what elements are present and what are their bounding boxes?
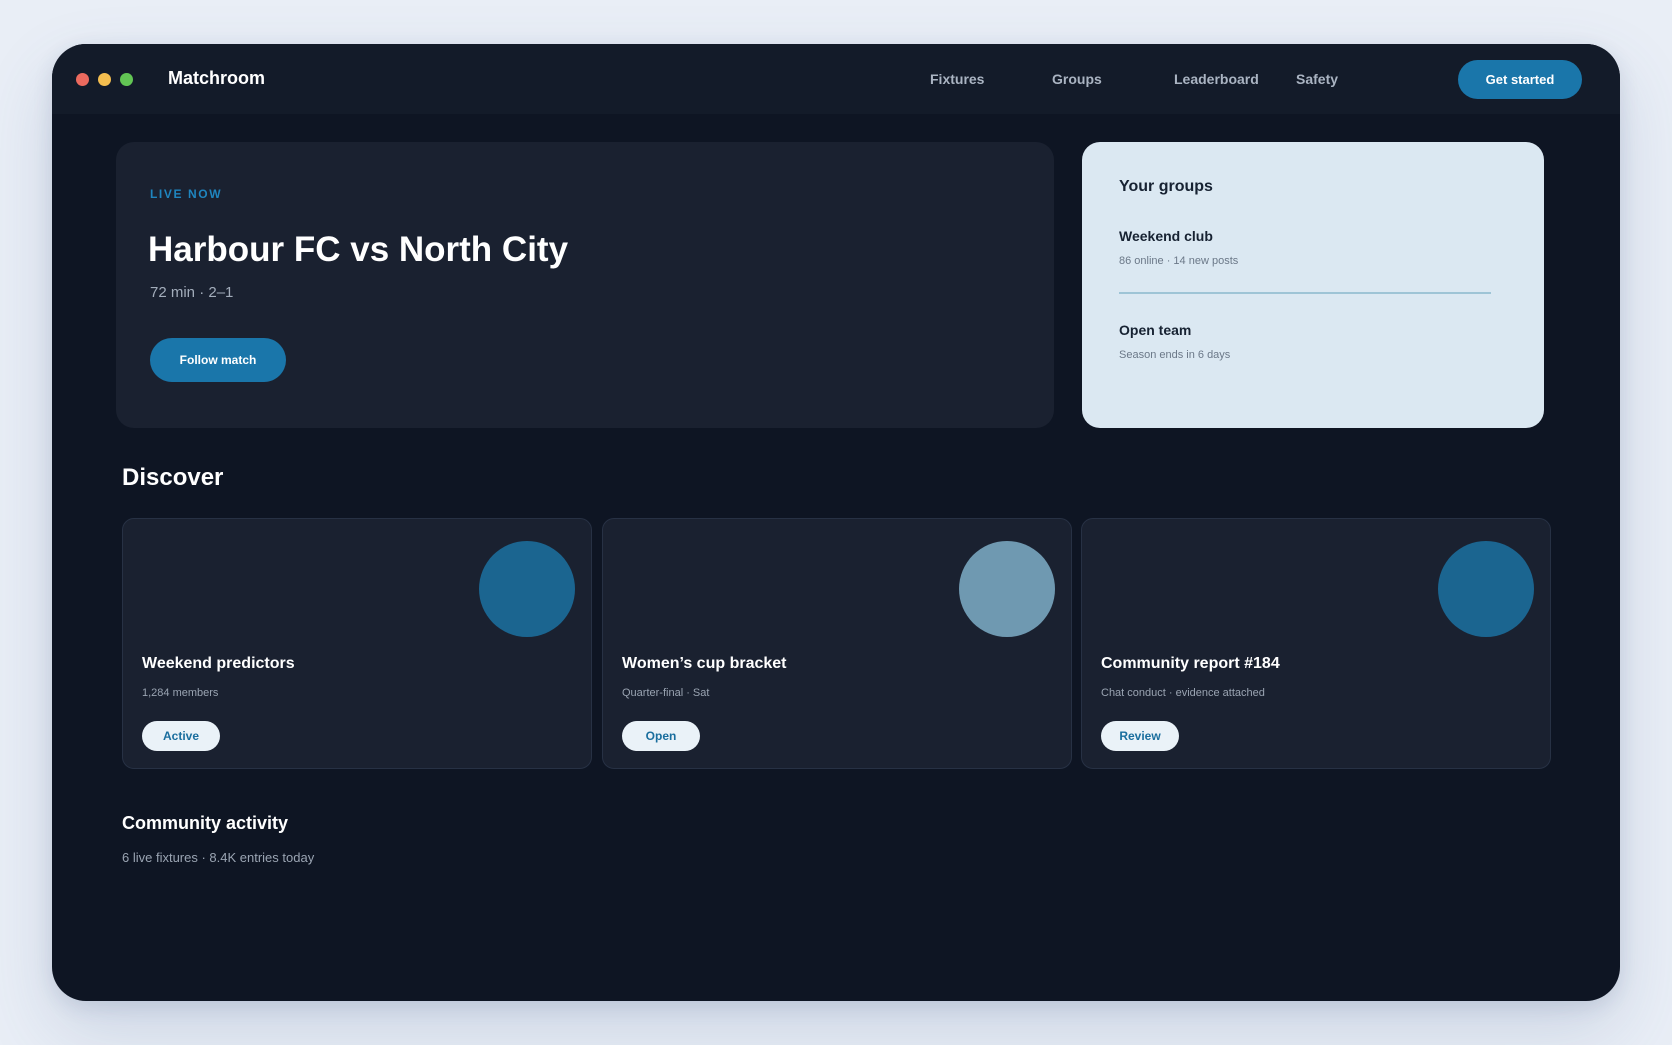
app-window: Matchroom Fixtures Groups Leaderboard Sa… bbox=[52, 44, 1620, 1001]
discover-card[interactable]: Weekend predictors 1,284 members Active bbox=[122, 518, 592, 769]
nav-safety[interactable]: Safety bbox=[1296, 71, 1338, 87]
card-meta: Chat conduct · evidence attached bbox=[1101, 687, 1265, 699]
card-meta: 1,284 members bbox=[142, 687, 219, 699]
window-maximize-icon[interactable] bbox=[120, 73, 133, 86]
match-meta: 72 min · 2–1 bbox=[150, 284, 234, 301]
discover-heading: Discover bbox=[122, 464, 224, 491]
group-item-open-team[interactable]: Open team bbox=[1119, 322, 1191, 338]
active-button[interactable]: Active bbox=[142, 721, 220, 751]
card-title: Women’s cup bracket bbox=[622, 655, 787, 672]
top-bar: Matchroom Fixtures Groups Leaderboard Sa… bbox=[52, 44, 1620, 114]
your-groups-panel: Your groups Weekend club 86 online · 14 … bbox=[1082, 142, 1544, 428]
brand-logo-text[interactable]: Matchroom bbox=[168, 68, 265, 89]
live-now-label: LIVE NOW bbox=[150, 187, 223, 201]
nav-fixtures[interactable]: Fixtures bbox=[930, 71, 984, 87]
review-button[interactable]: Review bbox=[1101, 721, 1179, 751]
groups-title: Your groups bbox=[1119, 178, 1213, 195]
window-minimize-icon[interactable] bbox=[98, 73, 111, 86]
nav-leaderboard[interactable]: Leaderboard bbox=[1174, 71, 1259, 87]
card-meta: Quarter-final · Sat bbox=[622, 687, 710, 699]
follow-match-button[interactable]: Follow match bbox=[150, 338, 286, 382]
open-button[interactable]: Open bbox=[622, 721, 700, 751]
community-activity-heading: Community activity bbox=[122, 813, 289, 833]
group-meta: Season ends in 6 days bbox=[1119, 349, 1231, 361]
divider bbox=[1119, 292, 1491, 294]
card-image-circle bbox=[479, 541, 575, 637]
match-title: Harbour FC vs North City bbox=[148, 230, 569, 269]
community-activity-meta: 6 live fixtures · 8.4K entries today bbox=[122, 850, 315, 865]
group-meta: 86 online · 14 new posts bbox=[1119, 255, 1239, 267]
card-image-circle bbox=[1438, 541, 1534, 637]
card-title: Weekend predictors bbox=[142, 655, 295, 672]
card-title: Community report #184 bbox=[1101, 655, 1280, 672]
group-item-weekend-club[interactable]: Weekend club bbox=[1119, 228, 1213, 244]
live-match-hero: LIVE NOW Harbour FC vs North City 72 min… bbox=[116, 142, 1054, 428]
discover-card[interactable]: Community report #184 Chat conduct · evi… bbox=[1081, 518, 1551, 769]
get-started-button[interactable]: Get started bbox=[1458, 60, 1582, 99]
window-close-icon[interactable] bbox=[76, 73, 89, 86]
nav-groups[interactable]: Groups bbox=[1052, 71, 1102, 87]
card-image-circle bbox=[959, 541, 1055, 637]
discover-card[interactable]: Women’s cup bracket Quarter-final · Sat … bbox=[602, 518, 1072, 769]
